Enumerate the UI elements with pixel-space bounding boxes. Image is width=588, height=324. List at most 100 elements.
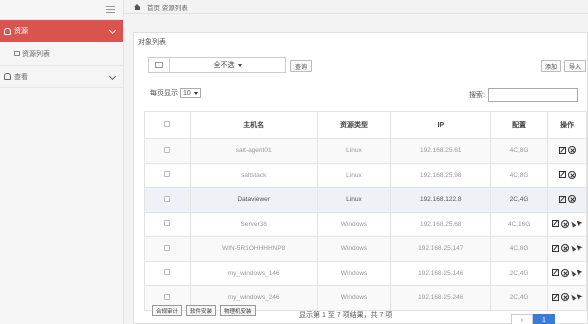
select-all-dropdown[interactable]: 全不选: [170, 57, 286, 73]
add-button[interactable]: 添加: [541, 60, 561, 72]
page-size-select[interactable]: 10: [180, 88, 201, 98]
cell-ip: 192.168.122.8: [390, 187, 492, 213]
cell-actions: [547, 138, 587, 164]
delete-icon[interactable]: [567, 146, 576, 154]
breadcrumb: 首页 资源列表: [124, 0, 588, 14]
edit-icon[interactable]: [558, 171, 566, 178]
row-checkbox[interactable]: [164, 195, 171, 202]
table-row: my_windows_146 Windows 192.168.25.146 2C…: [144, 260, 587, 286]
cell-type: Linux: [316, 138, 392, 164]
cell-ip: 192.168.25.68: [390, 211, 492, 237]
cell-hostname: Server38: [189, 211, 318, 237]
header-type[interactable]: 资源类型: [316, 111, 392, 139]
cell-type: Windows: [316, 285, 392, 311]
cell-actions: [547, 211, 587, 237]
cell-actions: [547, 187, 587, 213]
query-button[interactable]: 查询: [290, 60, 312, 72]
caret-down-icon: [237, 63, 242, 67]
edit-icon[interactable]: [558, 146, 566, 154]
cell-ip: 192.168.25.98: [390, 162, 492, 188]
edit-icon[interactable]: [551, 220, 559, 227]
cell-type: Linux: [316, 187, 392, 213]
home-icon[interactable]: [134, 4, 140, 10]
cell-type: Windows: [316, 236, 392, 262]
delete-icon[interactable]: [567, 170, 576, 179]
bell-icon: [4, 73, 11, 80]
delete-icon[interactable]: [560, 219, 569, 228]
row-checkbox[interactable]: [164, 171, 171, 178]
cursor-icon[interactable]: [569, 293, 576, 301]
physical-install-button[interactable]: 物理机安装: [220, 305, 256, 316]
cell-ip: 192.168.25.147: [390, 236, 492, 262]
page-size-control: 每页显示 10: [150, 88, 201, 98]
cell-actions: [547, 162, 587, 188]
cell-config: 2C,4G: [490, 285, 548, 311]
delete-icon[interactable]: [560, 244, 569, 252]
chevron-down-icon: [108, 72, 117, 81]
sidebar-subitem-resource-list[interactable]: 资源列表: [0, 42, 123, 66]
row-checkbox[interactable]: [164, 146, 171, 153]
sidebar-subitem-label: 资源列表: [22, 50, 50, 58]
cell-actions: [547, 285, 587, 311]
table-row: Dataviewer Linux 192.168.122.8 2C,4G: [144, 187, 587, 213]
bulk-action-buttons: 合规审计 软件安装 物理机安装: [152, 305, 256, 316]
cell-hostname: saltstack: [189, 162, 318, 188]
header-ip[interactable]: IP: [390, 111, 492, 139]
delete-icon[interactable]: [560, 293, 569, 301]
row-checkbox-cell: [144, 138, 191, 164]
hamburger-icon[interactable]: [106, 6, 115, 13]
cell-hostname: WIN-5R1OHHHHNP8: [189, 236, 318, 262]
table-row: WIN-5R1OHHHHNP8 Windows 192.168.25.147 4…: [144, 236, 587, 262]
sidebar-item-label: 查看: [14, 73, 28, 81]
cell-config: 2C,4G: [490, 187, 548, 213]
cursor-icon[interactable]: [569, 244, 576, 252]
edit-icon[interactable]: [551, 293, 559, 301]
breadcrumb-text: 首页 资源列表: [147, 4, 188, 12]
row-checkbox[interactable]: [164, 220, 171, 227]
pagination-page-1[interactable]: 1: [533, 314, 555, 324]
row-checkbox-cell: [144, 260, 191, 286]
cell-actions: [547, 260, 587, 286]
folder-icon: [14, 51, 20, 56]
row-checkbox[interactable]: [164, 244, 171, 251]
row-checkbox-cell: [144, 187, 191, 213]
cursor-icon[interactable]: [569, 219, 576, 228]
bell-icon: [4, 27, 11, 35]
sidebar-header: [0, 0, 123, 20]
header-hostname[interactable]: 主机名: [189, 111, 318, 139]
cell-ip: 192.168.25.61: [390, 138, 492, 164]
select-all-checkbox[interactable]: [164, 121, 171, 127]
edit-icon[interactable]: [558, 195, 566, 203]
page-size-label: 每页显示: [150, 90, 178, 97]
cell-type: Linux: [316, 162, 392, 188]
cell-type: Windows: [316, 211, 392, 237]
table-row: Server38 Windows 192.168.25.68 4C,16G: [144, 211, 587, 237]
compliance-audit-button[interactable]: 合规审计: [152, 305, 183, 316]
header-config[interactable]: 配置: [490, 111, 548, 139]
sidebar-item-view[interactable]: 查看: [0, 66, 123, 88]
pagination: ‹ 1: [511, 314, 555, 324]
edit-icon[interactable]: [551, 269, 559, 276]
row-checkbox[interactable]: [164, 269, 171, 276]
header-actions: 操作: [547, 111, 587, 139]
pointer-icon[interactable]: [576, 245, 583, 251]
sidebar-item-resources[interactable]: 资源: [0, 20, 123, 42]
row-checkbox[interactable]: [164, 293, 171, 300]
pointer-icon[interactable]: [576, 269, 583, 276]
edit-icon[interactable]: [551, 244, 559, 252]
cell-config: 4C,8G: [490, 236, 548, 262]
pointer-icon[interactable]: [576, 294, 583, 300]
monitor-icon-box: [148, 57, 170, 73]
search-control: 搜索:: [469, 88, 578, 102]
delete-icon[interactable]: [560, 268, 569, 277]
search-input[interactable]: [487, 88, 578, 102]
dropdown-value: 全不选: [213, 62, 235, 69]
import-button[interactable]: 导入: [564, 60, 586, 72]
cell-config: 2C,4G: [490, 260, 548, 286]
software-install-button[interactable]: 软件安装: [186, 305, 217, 316]
pagination-prev[interactable]: ‹: [511, 314, 533, 324]
row-checkbox-cell: [144, 162, 191, 188]
delete-icon[interactable]: [567, 195, 576, 203]
cursor-icon[interactable]: [569, 268, 576, 277]
pointer-icon[interactable]: [576, 220, 583, 227]
